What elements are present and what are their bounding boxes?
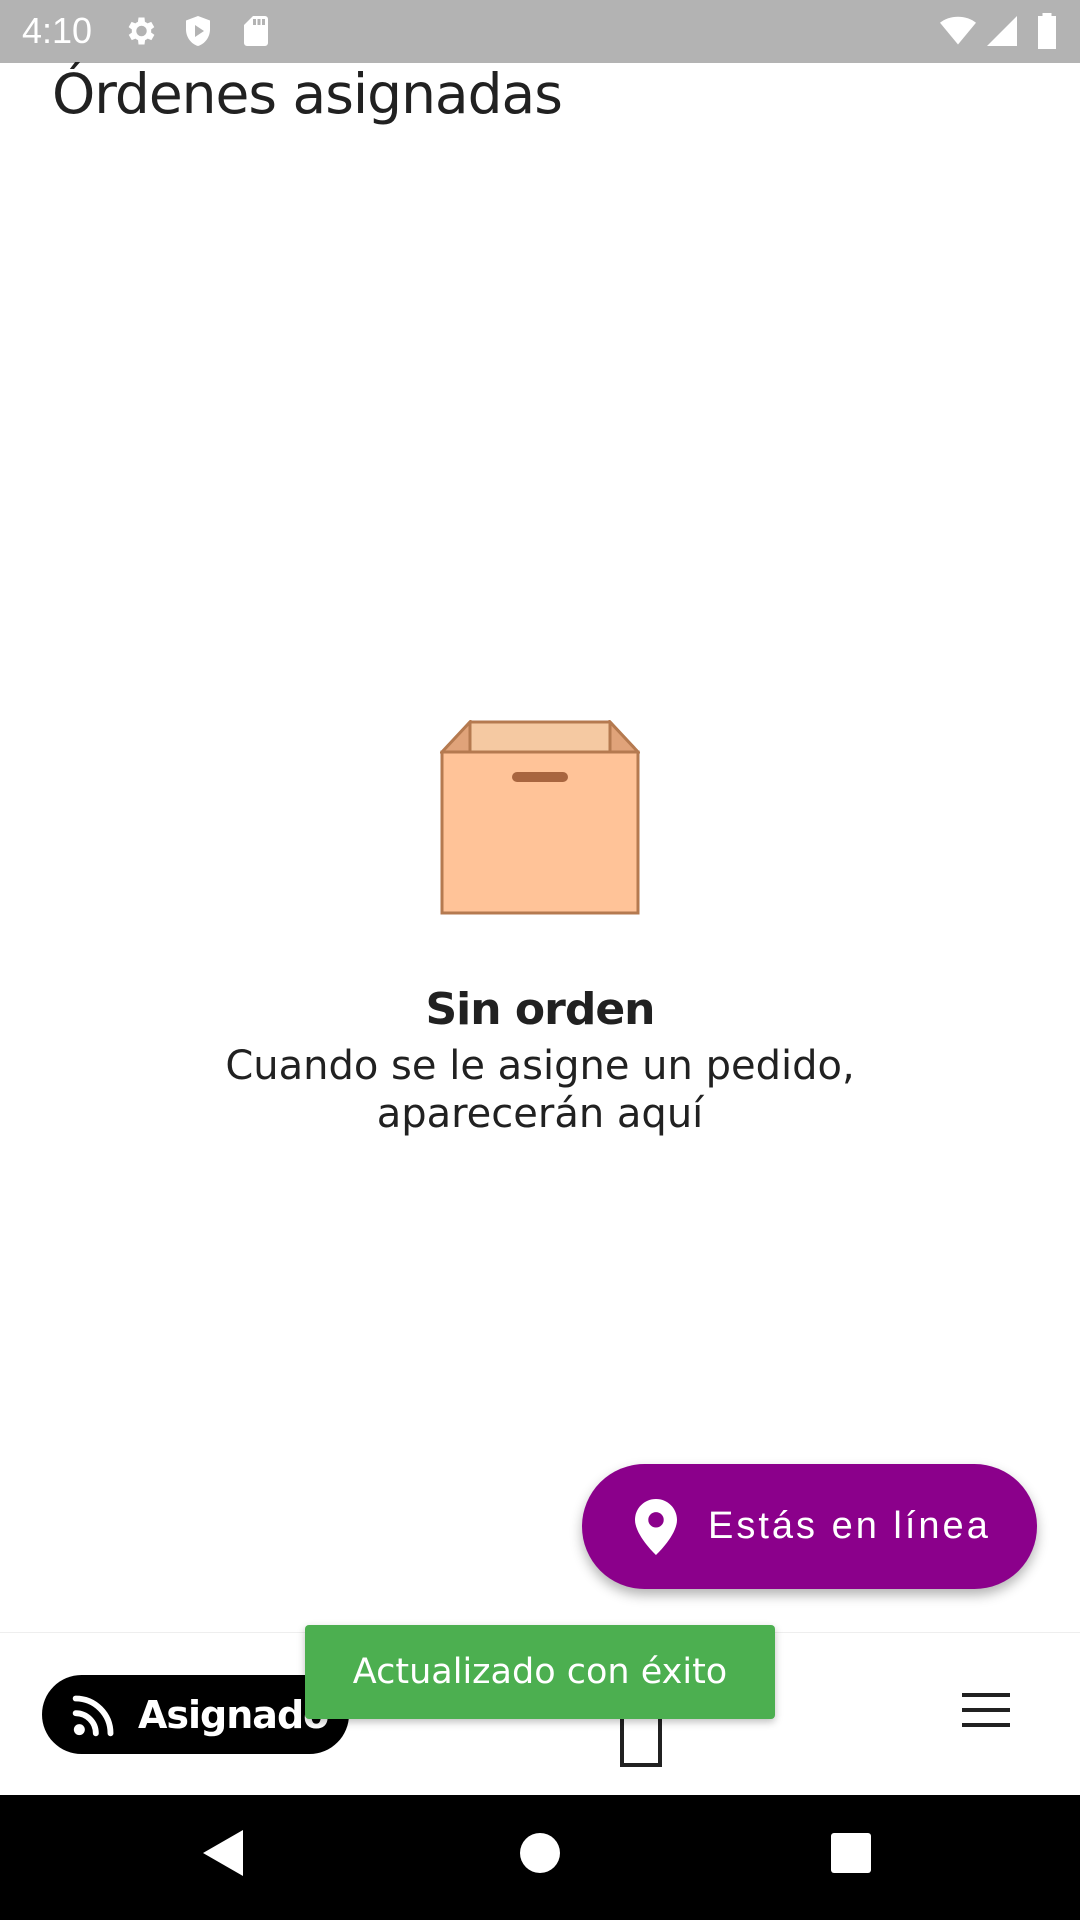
location-pin-icon bbox=[635, 1498, 677, 1555]
wifi-icon bbox=[940, 16, 976, 45]
empty-state-title: Sin orden bbox=[425, 984, 655, 1035]
signal-icon bbox=[987, 16, 1017, 46]
status-bar: 4:10 bbox=[0, 0, 1080, 63]
hamburger-menu-icon[interactable] bbox=[962, 1693, 1010, 1733]
nav-item-assigned[interactable]: Asignado bbox=[42, 1675, 349, 1754]
empty-state-message: Cuando se le asigne un pedido, aparecerá… bbox=[225, 1043, 855, 1137]
battery-icon bbox=[1038, 13, 1056, 49]
status-time: 4:10 bbox=[22, 10, 93, 51]
success-toast: Actualizado con éxito bbox=[305, 1625, 775, 1719]
toast-message: Actualizado con éxito bbox=[352, 1652, 728, 1692]
shield-icon bbox=[186, 16, 210, 46]
home-icon[interactable] bbox=[520, 1833, 560, 1873]
online-status-label: Estás en línea bbox=[708, 1505, 991, 1547]
box-outline-icon[interactable] bbox=[620, 1715, 662, 1767]
recents-icon[interactable] bbox=[831, 1833, 871, 1873]
nav-item-assigned-label: Asignado bbox=[138, 1692, 329, 1737]
empty-box-icon bbox=[440, 720, 640, 915]
online-status-button[interactable]: Estás en línea bbox=[582, 1464, 1037, 1589]
rss-icon bbox=[72, 1695, 114, 1736]
gear-icon bbox=[128, 17, 155, 45]
page-title: Órdenes asignadas bbox=[52, 62, 563, 126]
sd-card-icon bbox=[244, 16, 268, 46]
system-navigation-bar bbox=[0, 1795, 1080, 1920]
back-icon[interactable] bbox=[203, 1830, 243, 1876]
